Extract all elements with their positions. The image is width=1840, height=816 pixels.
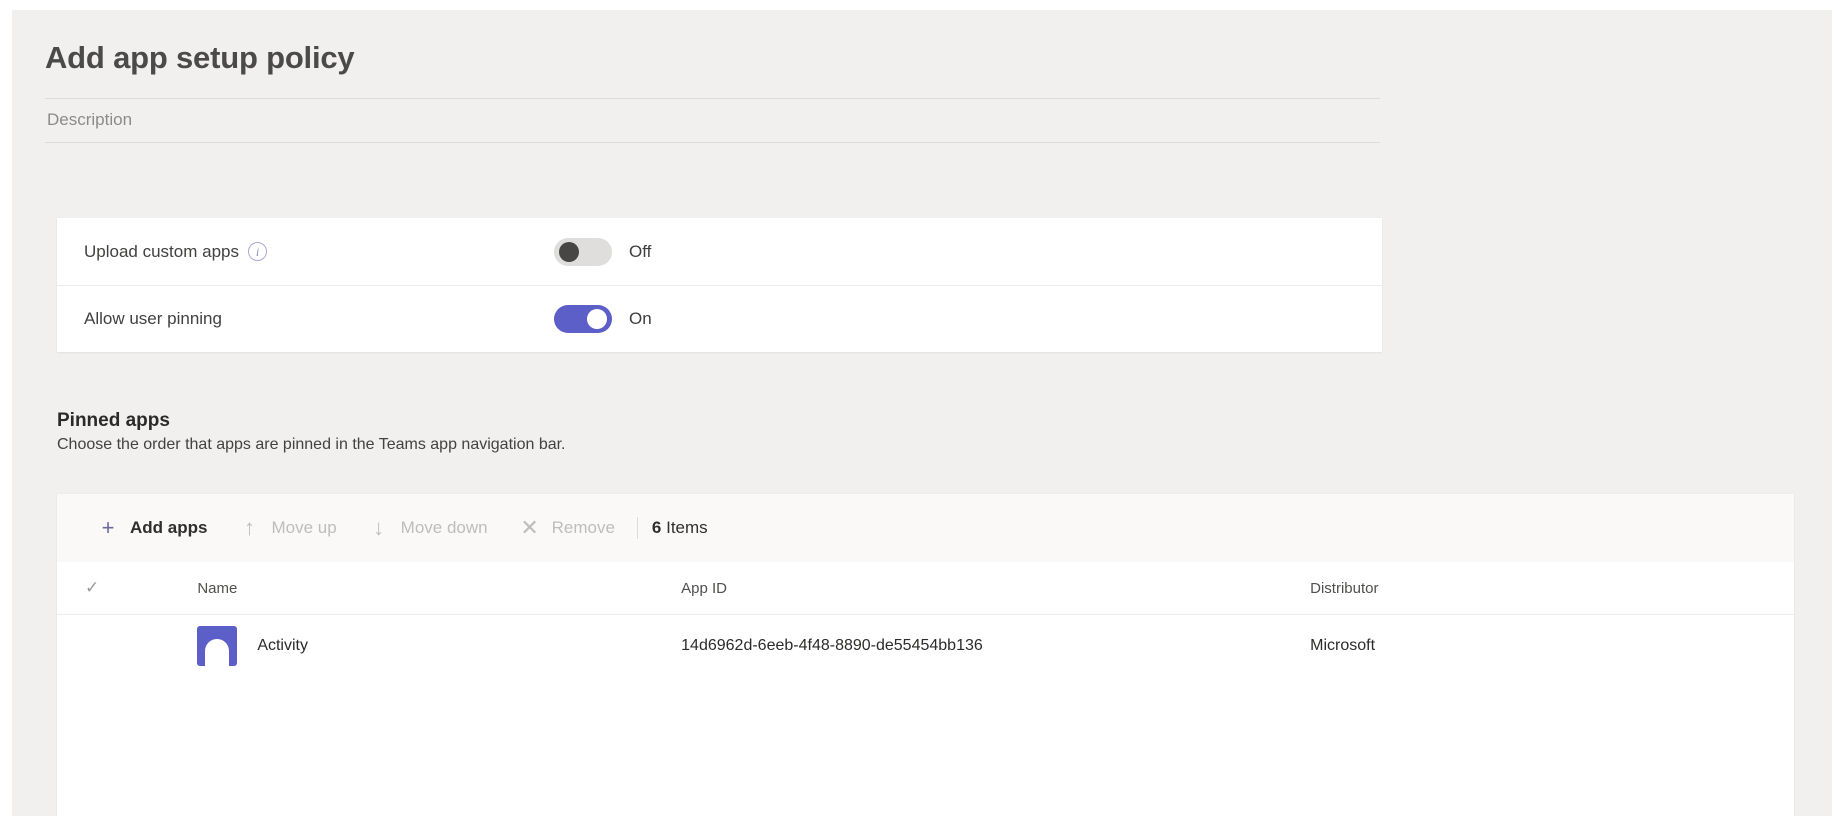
pinned-apps-table-card: + Add apps ↑ Move up ↓ Move down ✕ Remov… [57,494,1794,816]
select-all-header[interactable]: ✓ [57,562,198,615]
allow-user-pinning-state: On [629,309,652,328]
column-header-name[interactable]: Name [197,562,682,615]
add-apps-label: Add apps [130,518,208,537]
move-up-button[interactable]: ↑ Move up [223,506,352,550]
move-down-label: Move down [400,518,488,537]
toggle-knob [559,241,579,262]
table-row[interactable]: Activity 14d6962d-6eeb-4f48-8890-de55454… [57,615,1794,678]
allow-user-pinning-text: Allow user pinning [84,309,222,328]
upload-custom-apps-toggle[interactable] [554,237,612,266]
arrow-down-icon: ↓ [373,515,385,540]
upload-custom-apps-toggle-wrap: Off [554,237,652,266]
upload-custom-apps-text: Upload custom apps [84,241,239,261]
remove-label: Remove [551,518,615,537]
page-frame: Add app setup policy Upload custom apps … [0,0,1840,816]
upload-custom-apps-label: Upload custom apps i [84,242,554,262]
close-x-icon: ✕ [520,515,539,540]
pinned-apps-section-header: Pinned apps Choose the order that apps a… [57,410,1797,454]
arrow-up-icon: ↑ [243,515,255,540]
description-input[interactable] [45,98,1380,143]
column-header-distributor[interactable]: Distributor [1310,562,1794,615]
column-header-app-id[interactable]: App ID [681,562,1311,615]
pinned-apps-title: Pinned apps [57,410,170,431]
move-up-label: Move up [271,518,337,537]
info-circle-icon[interactable]: i [247,242,267,261]
remove-button[interactable]: ✕ Remove [504,506,631,550]
items-count-label: Items [666,518,708,537]
app-name-wrapper: Activity [197,626,681,666]
add-apps-button[interactable]: + Add apps [82,506,223,550]
table-body: Activity 14d6962d-6eeb-4f48-8890-de55454… [57,615,1794,678]
items-count-number: 6 [651,518,662,537]
toolbar-divider [636,517,638,539]
header: Add app setup policy [12,10,1832,143]
allow-user-pinning-label: Allow user pinning [84,309,554,329]
pinned-apps-table: ✓ Name App ID Distributor Activity 14d69… [57,562,1794,677]
setting-row-allow-user-pinning: Allow user pinning On [57,285,1382,352]
allow-user-pinning-toggle[interactable] [554,305,612,333]
allow-user-pinning-toggle-wrap: On [554,305,652,333]
page-surface: Add app setup policy Upload custom apps … [12,10,1832,816]
activity-app-icon [197,626,238,666]
row-app-id-cell: 14d6962d-6eeb-4f48-8890-de55454bb136 [681,637,983,654]
table-header: ✓ Name App ID Distributor [57,562,1794,615]
pinned-apps-command-bar: + Add apps ↑ Move up ↓ Move down ✕ Remov… [57,494,1794,562]
items-count: 6 Items [652,518,708,538]
settings-card: Upload custom apps i Off Allow user pinn… [57,218,1382,352]
checkmark-icon: ✓ [85,578,100,597]
upload-custom-apps-state: Off [629,241,652,261]
plus-icon: + [101,515,115,540]
page-title: Add app setup policy [45,40,355,75]
pinned-apps-subtitle: Choose the order that apps are pinned in… [57,436,566,453]
row-name-text: Activity [257,637,308,654]
row-checkbox-cell[interactable] [57,615,197,678]
row-name-cell: Activity [197,615,681,678]
move-down-button[interactable]: ↓ Move down [353,506,504,550]
row-distributor-cell: Microsoft [1310,637,1376,654]
toggle-knob [587,309,607,329]
setting-row-upload-custom-apps: Upload custom apps i Off [57,218,1382,285]
table-header-row: ✓ Name App ID Distributor [57,562,1794,615]
